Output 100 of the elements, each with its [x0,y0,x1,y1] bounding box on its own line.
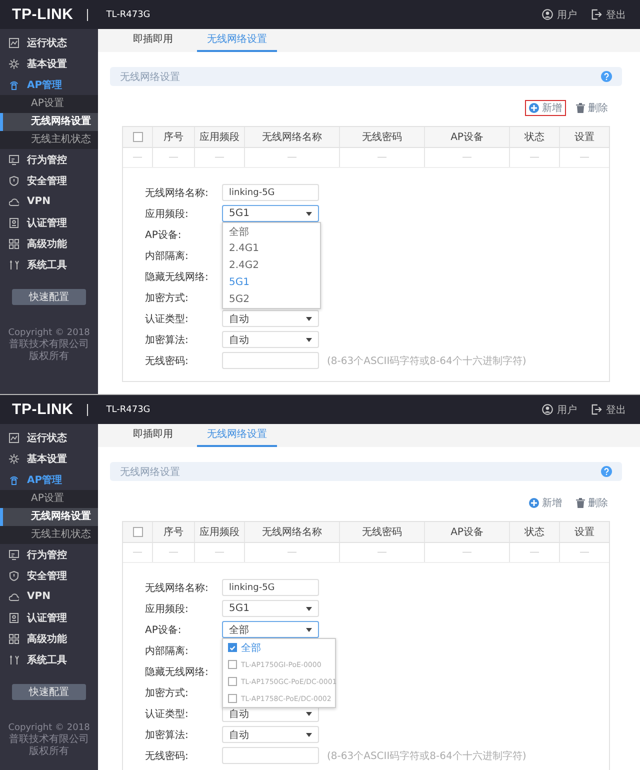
dropdown-option[interactable]: 全部 [223,223,320,240]
sidebar-item[interactable]: 运行状态 [0,427,98,448]
table-cell: — [510,543,560,562]
hint-text: (8-63个ASCII码字符或8-64个十六进制字符) [327,750,526,762]
trash-icon [576,103,585,113]
add-button[interactable]: 新增 [525,100,566,116]
sidebar-item[interactable]: 高级功能 [0,233,98,254]
field-label: 加密算法: [145,334,190,346]
plus-icon [529,103,539,113]
select-field[interactable]: 全部 [222,621,319,638]
user-icon [542,9,553,20]
add-button[interactable]: 新增 [525,495,566,511]
sidebar-item[interactable]: 基本设置 [0,53,98,74]
help-icon[interactable] [601,71,612,82]
sidebar-subitem[interactable]: 无线主机状态 [0,131,98,149]
table-cell: — [153,543,195,562]
sidebar-item[interactable]: VPN [0,586,98,607]
checkbox[interactable] [132,527,142,537]
field-label: 内部隔离: [145,250,190,262]
sidebar-item[interactable]: 认证管理 [0,607,98,628]
column-header: 设置 [574,130,596,145]
column-header: 无线密码 [340,127,425,147]
caret-icon [306,316,312,320]
tab[interactable]: 即插即用 [123,424,183,447]
sidebar-subitem[interactable]: AP设置 [0,490,98,508]
dropdown-option[interactable]: 2.4G1 [223,240,320,257]
model-name: TL-R473G [106,10,150,20]
badge-icon [9,218,19,228]
sidebar-item[interactable]: 运行状态 [0,32,98,53]
cloud-icon [9,196,19,206]
sidebar-subitem[interactable]: 无线网络设置 [0,113,98,131]
table-cell: — [195,148,245,167]
copyright-text: Copyright © 2018 [7,327,91,338]
sidebar-item[interactable]: AP管理 [0,74,98,95]
select-field[interactable]: 自动 [222,726,319,743]
sidebar-subitem[interactable]: 无线主机状态 [0,526,98,544]
sidebar-item[interactable]: AP管理 [0,469,98,490]
sidebar-item[interactable]: 行为管控 [0,149,98,170]
select-field[interactable]: 自动 [222,331,319,348]
quick-setup-button[interactable]: 快速配置 [12,684,86,700]
monitor-icon [9,154,19,164]
user-link[interactable]: 用户 [542,8,577,22]
sidebar-item[interactable]: 安全管理 [0,565,98,586]
sidebar-item[interactable]: 系统工具 [0,254,98,275]
logout-link[interactable]: 登出 [591,8,626,22]
quick-setup-button[interactable]: 快速配置 [12,289,86,305]
column-header: 状态 [510,522,560,542]
user-icon [542,404,553,415]
text-field[interactable]: linking-5G [222,579,319,596]
copyright-text: 普联技术有限公司 [8,734,90,746]
field-label: AP设备: [145,228,182,242]
cloud-icon [9,592,19,602]
column-header: 状态 [510,127,560,147]
select-field[interactable]: 5G1 [222,205,319,222]
column-header: 应用频段 [195,522,245,542]
checkbox[interactable] [228,643,237,652]
sidebar-item[interactable]: 高级功能 [0,628,98,649]
sidebar-subitem[interactable]: 无线网络设置 [0,508,98,526]
table-cell: — [245,543,340,562]
logout-link[interactable]: 登出 [591,402,626,416]
delete-button[interactable]: 删除 [572,100,612,116]
sidebar-subitem[interactable]: AP设置 [0,95,98,113]
gear-icon [9,58,19,68]
text-field[interactable]: linking-5G [222,184,319,201]
monitor-icon [9,550,19,560]
copyright-text: 普联技术有限公司 [8,339,90,350]
column-header: AP设备 [425,522,510,542]
sidebar-item[interactable]: 认证管理 [0,212,98,233]
select-field[interactable]: 自动 [222,310,319,327]
field-label: 加密算法: [145,728,190,742]
caret-icon [306,212,312,216]
logout-icon [591,404,602,415]
sidebar-item[interactable]: 系统工具 [0,649,98,670]
sidebar-item[interactable]: 行为管控 [0,544,98,565]
table-cell: — [153,148,195,167]
help-icon[interactable] [601,466,612,477]
text-field[interactable] [222,747,319,764]
select-field[interactable]: 自动 [222,705,319,722]
caret-icon [306,712,312,716]
field-label: 无线网络名称: [145,186,210,200]
table-cell: — [195,543,245,562]
text-field[interactable] [222,352,319,369]
column-header: 无线密码 [340,522,425,542]
table-cell: — [123,543,153,562]
sidebar-item[interactable]: 基本设置 [0,448,98,469]
caret-icon [306,338,312,342]
plus-icon [529,498,539,508]
tab[interactable]: 即插即用 [123,29,183,52]
field-label: 加密方式: [145,686,190,700]
dropdown-option[interactable]: 5G2 [223,291,320,308]
tools-icon [9,260,19,270]
checkbox[interactable] [132,132,142,142]
select-field[interactable]: 5G1 [222,600,319,617]
logout-icon [591,9,602,20]
delete-button[interactable]: 删除 [572,495,612,511]
dropdown-option[interactable]: 2.4G2 [223,257,320,274]
sidebar-item[interactable]: VPN [0,191,98,212]
user-link[interactable]: 用户 [542,402,577,416]
antenna-icon [9,474,19,484]
sidebar-item[interactable]: 安全管理 [0,170,98,191]
